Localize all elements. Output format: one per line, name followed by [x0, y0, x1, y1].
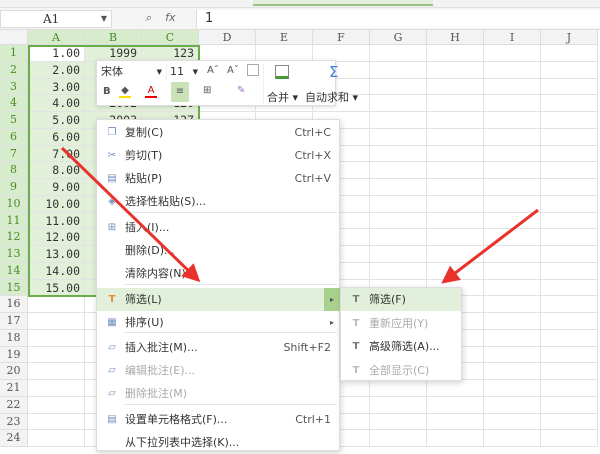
- annotation-arrows: [60, 146, 539, 284]
- red-arrow-left: [60, 146, 201, 283]
- red-arrow-right: [441, 208, 539, 284]
